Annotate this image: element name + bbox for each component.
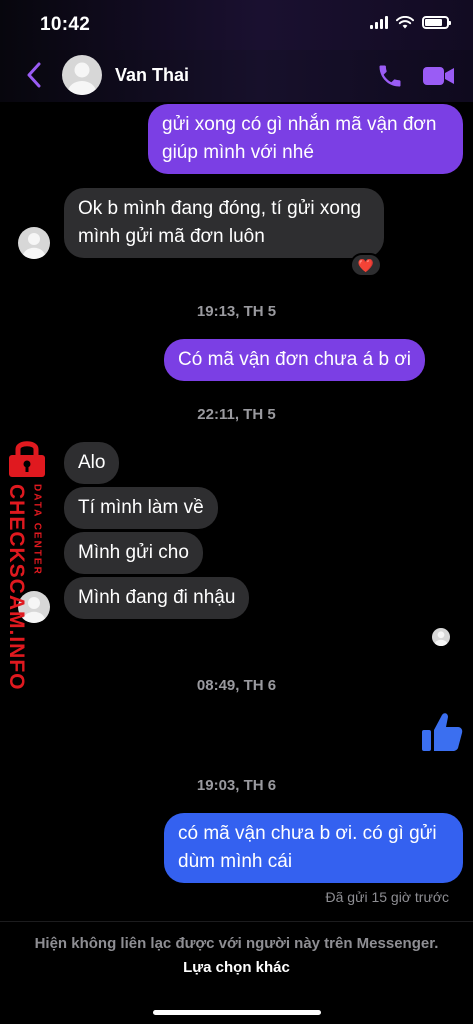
incoming-message[interactable]: Ok b mình đang đóng, tí gửi xong mình gử… [64, 188, 384, 258]
phone-icon [379, 65, 401, 87]
message-text: gửi xong có gì nhắn mã vận đơn giúp mình… [162, 114, 437, 163]
chat-header: Van Thai [0, 50, 473, 102]
heart-reaction-icon: ❤️ [357, 257, 375, 273]
chevron-left-icon [27, 62, 41, 88]
timestamp: 08:49, TH 6 [196, 677, 277, 694]
read-receipt-avatar [432, 628, 450, 646]
message-reaction[interactable]: ❤️ [350, 253, 382, 277]
video-camera-icon [423, 67, 454, 85]
default-avatar-icon [68, 62, 96, 95]
back-button[interactable] [20, 60, 48, 90]
unavailable-notice: Hiện không liên lạc được với người này t… [30, 932, 443, 980]
message-text: Alo [78, 452, 106, 473]
audio-call-button[interactable] [376, 62, 404, 90]
sent-status: Đã gửi 15 giờ trước [325, 889, 449, 905]
incoming-message[interactable]: Mình gửi cho [64, 532, 203, 574]
home-indicator[interactable] [153, 1010, 321, 1015]
outgoing-message[interactable]: Có mã vận đơn chưa á b ơi [164, 339, 426, 381]
video-call-button[interactable] [422, 63, 456, 89]
message-text: Có mã vận đơn chưa á b ơi [178, 349, 412, 370]
message-text: Tí mình làm về [78, 497, 204, 518]
sender-avatar[interactable] [18, 227, 50, 259]
message-text: Ok b mình đang đóng, tí gửi xong mình gử… [78, 198, 362, 247]
message-text: Mình gửi cho [78, 542, 189, 563]
message-text: Mình đang đi nhậu [78, 587, 236, 608]
other-options-link[interactable]: Lựa chọn khác [183, 959, 290, 976]
default-avatar-icon [434, 631, 448, 646]
battery-icon [422, 16, 451, 29]
default-avatar-icon [22, 233, 46, 259]
like-message[interactable] [420, 710, 464, 754]
timestamp: 22:11, TH 5 [197, 406, 276, 423]
status-icons [370, 16, 451, 29]
divider [0, 921, 473, 922]
timestamp: 19:03, TH 6 [196, 777, 277, 794]
thumbs-up-icon [422, 713, 463, 751]
wifi-icon [396, 16, 414, 29]
lock-icon [9, 441, 45, 477]
status-bar: 10:42 [0, 0, 473, 50]
contact-avatar[interactable] [62, 55, 102, 95]
timestamp: 19:13, TH 5 [196, 303, 277, 320]
message-text: có mã vận chưa b ơi. có gì gửi dùm mình … [178, 823, 437, 872]
cellular-signal-icon [370, 16, 388, 29]
notice-text: Hiện không liên lạc được với người này t… [34, 935, 439, 952]
incoming-message[interactable]: Tí mình làm về [64, 487, 218, 529]
incoming-message[interactable]: Mình đang đi nhậu [64, 577, 250, 619]
outgoing-message[interactable]: có mã vận chưa b ơi. có gì gửi dùm mình … [164, 813, 463, 883]
contact-name[interactable]: Van Thai [115, 65, 189, 86]
watermark: CHECKSCAM.INFO DATA CENTER [2, 436, 54, 691]
status-time: 10:42 [40, 14, 91, 35]
watermark-subtitle: DATA CENTER [31, 484, 43, 576]
watermark-brand: CHECKSCAM.INFO [5, 484, 28, 691]
incoming-message[interactable]: Alo [64, 442, 120, 484]
outgoing-message[interactable]: gửi xong có gì nhắn mã vận đơn giúp mình… [148, 104, 463, 174]
